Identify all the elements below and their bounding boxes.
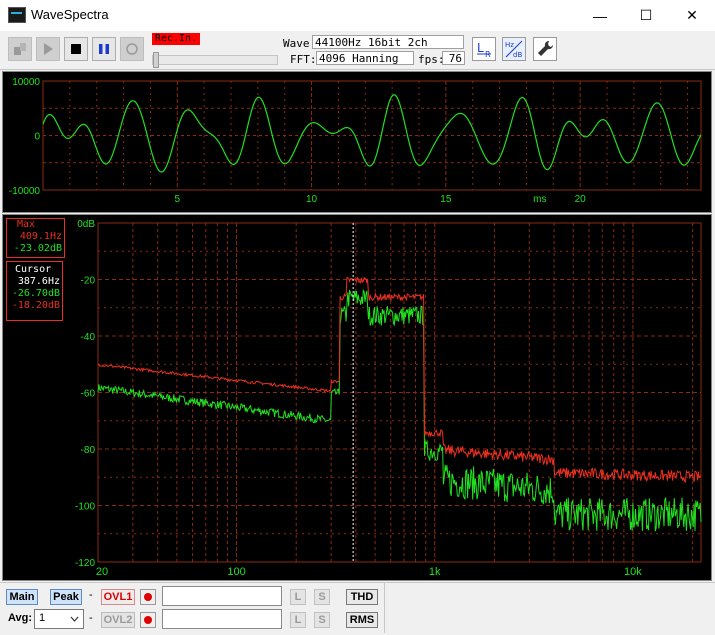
pause-button[interactable] xyxy=(92,37,116,61)
spectrum-x-tick-label: 10k xyxy=(624,566,642,578)
device-settings-button[interactable] xyxy=(8,37,32,61)
wave-x-tick-label: 20 xyxy=(575,194,587,205)
spectrum-chart[interactable]: 0dB -20 -40 -60 -80 -100 -12020 100 1k 10k xyxy=(3,215,711,580)
spectrum-x-tick-label: 100 xyxy=(227,566,245,578)
preferences-button[interactable] xyxy=(533,37,557,61)
ovl1-record-button[interactable] xyxy=(140,589,156,605)
rms-button[interactable]: RMS xyxy=(346,612,378,628)
cursor-level-green: -26.70dB xyxy=(11,288,60,299)
minimize-button[interactable]: — xyxy=(577,0,623,31)
spectrum-y-tick-label: -40 xyxy=(81,332,96,343)
maximize-button[interactable]: ☐ xyxy=(623,0,669,31)
settings-icon xyxy=(14,43,26,55)
spectrum-y-tick-label: -100 xyxy=(75,502,95,513)
fft-setting-field: 4096 Hanning xyxy=(316,51,414,65)
record-dot-icon xyxy=(144,616,152,624)
cursor-frequency: 387.6Hz xyxy=(17,276,60,287)
rec-in-indicator: Rec.In. xyxy=(152,33,200,45)
close-button[interactable]: ✕ xyxy=(669,0,715,31)
separator-dash-2: - xyxy=(89,612,93,624)
spectrum-x-tick-label: 1k xyxy=(429,566,441,578)
ovl2-l-button[interactable]: L xyxy=(290,612,306,628)
avg-select-value: 1 xyxy=(39,612,46,624)
channel-lr-button[interactable]: LR xyxy=(472,37,496,61)
ovl1-l-button[interactable]: L xyxy=(290,589,306,605)
divider xyxy=(384,583,385,633)
spectrum-y-tick-label: -60 xyxy=(81,389,96,400)
avg-label: Avg: xyxy=(8,612,33,624)
ovl2-indicator[interactable]: OVL2 xyxy=(101,612,135,628)
wave-x-tick-label: 10 xyxy=(306,194,318,205)
wave-y-tick-label: -10000 xyxy=(9,186,41,197)
hz-db-button[interactable]: Hz dB xyxy=(502,37,526,61)
spectrum-y-tick-label: 0dB xyxy=(77,219,95,230)
channel-lr-icon: LR xyxy=(477,41,491,59)
svg-text:L: L xyxy=(477,41,484,55)
pause-icon xyxy=(99,44,109,54)
cursor-level-red: -18.20dB xyxy=(11,300,60,311)
cursor-label: Cursor xyxy=(15,264,52,275)
spectrum-trace-green xyxy=(97,288,702,532)
separator-dash: - xyxy=(89,589,93,601)
max-readout-box: Max 409.1Hz -23.02dB xyxy=(6,218,65,258)
max-level: -23.02dB xyxy=(13,243,62,254)
wave-format-field: 44100Hz 16bit 2ch xyxy=(312,35,464,49)
fps-value: 76 xyxy=(442,51,465,65)
wave-x-tick-label: 5 xyxy=(175,194,181,205)
waveform-chart[interactable]: 10000 0 -10000 5 10 15 20 ms xyxy=(3,72,711,212)
spectrum-y-tick-label: -120 xyxy=(75,558,95,569)
chevron-down-icon xyxy=(70,616,79,622)
wave-y-tick-label: 0 xyxy=(34,132,40,143)
wave-x-unit-label: ms xyxy=(533,194,546,205)
spectrum-panel: 0dB -20 -40 -60 -80 -100 -120 20 100 1k 10k Max 40… xyxy=(2,214,712,581)
svg-text:dB: dB xyxy=(513,51,522,59)
max-frequency: 409.1Hz xyxy=(19,231,62,242)
input-level-slider[interactable] xyxy=(152,55,278,65)
ovl2-s-button[interactable]: S xyxy=(314,612,330,628)
wave-x-tick-label: 15 xyxy=(440,194,452,205)
spectrum-y-tick-label: -20 xyxy=(81,276,96,287)
max-label: Max xyxy=(17,219,36,230)
stop-button[interactable] xyxy=(64,37,88,61)
play-icon xyxy=(44,43,53,55)
stop-icon xyxy=(71,44,81,54)
window-title: WaveSpectra xyxy=(31,7,109,22)
svg-text:Hz: Hz xyxy=(505,41,514,49)
record-dot-icon xyxy=(144,593,152,601)
spectrum-x-tick-label: 20 xyxy=(96,566,108,578)
wave-y-tick-label: 10000 xyxy=(12,77,40,88)
record-button[interactable] xyxy=(120,37,144,61)
peak-button[interactable]: Peak xyxy=(50,589,82,605)
ovl1-text-field[interactable] xyxy=(162,586,282,606)
hz-db-icon: Hz dB xyxy=(505,40,522,59)
input-level-slider-thumb[interactable] xyxy=(153,52,159,68)
fps-label: fps: xyxy=(418,53,445,66)
fft-label: FFT: xyxy=(290,53,317,66)
record-icon xyxy=(126,43,138,55)
cursor-readout-box: Cursor 387.6Hz -26.70dB -18.20dB xyxy=(6,261,63,321)
wrench-icon xyxy=(538,40,554,56)
thd-button[interactable]: THD xyxy=(346,589,378,605)
waveform-panel: 10000 0 -10000 5 10 15 20 ms xyxy=(2,71,712,213)
main-button[interactable]: Main xyxy=(6,589,38,605)
app-icon xyxy=(8,7,26,23)
spectrum-y-tick-label: -80 xyxy=(81,445,96,456)
ovl2-text-field[interactable] xyxy=(162,609,282,629)
waveform-trace xyxy=(42,94,702,173)
ovl1-indicator[interactable]: OVL1 xyxy=(101,589,135,605)
ovl2-record-button[interactable] xyxy=(140,612,156,628)
avg-select[interactable]: 1 xyxy=(34,609,84,629)
play-button[interactable] xyxy=(36,37,60,61)
ovl1-s-button[interactable]: S xyxy=(314,589,330,605)
